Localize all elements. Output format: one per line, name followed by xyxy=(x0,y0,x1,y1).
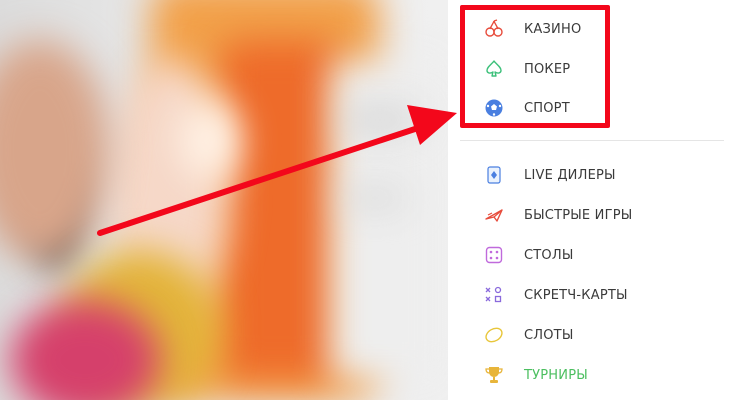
menu-item-label: LIVE ДИЛЕРЫ xyxy=(524,167,616,183)
menu-item-tournaments[interactable]: ТУРНИРЫ xyxy=(484,363,588,387)
menu-item-label: СКРЕТЧ-КАРТЫ xyxy=(524,287,628,303)
menu-item-label: СЛОТЫ xyxy=(524,327,574,343)
blurred-background xyxy=(0,0,448,400)
highlight-box xyxy=(460,5,610,128)
scratch-card-icon xyxy=(484,285,504,305)
menu-item-scratch-cards[interactable]: СКРЕТЧ-КАРТЫ xyxy=(484,283,628,307)
menu-item-label: ТУРНИРЫ xyxy=(524,367,588,383)
menu-item-label: СТОЛЫ xyxy=(524,247,574,263)
dice-icon xyxy=(484,245,504,265)
menu-item-slots[interactable]: СЛОТЫ xyxy=(484,323,574,347)
trophy-icon xyxy=(484,365,504,385)
menu-divider xyxy=(460,140,724,141)
menu-item-fast-games[interactable]: БЫСТРЫЕ ИГРЫ xyxy=(484,203,632,227)
menu-item-label: БЫСТРЫЕ ИГРЫ xyxy=(524,207,633,223)
playing-card-icon xyxy=(484,165,504,185)
menu-item-tables[interactable]: СТОЛЫ xyxy=(484,243,574,267)
paper-plane-icon xyxy=(484,205,504,225)
slot-oval-icon xyxy=(484,325,504,345)
menu-item-live-dealers[interactable]: LIVE ДИЛЕРЫ xyxy=(484,163,616,187)
